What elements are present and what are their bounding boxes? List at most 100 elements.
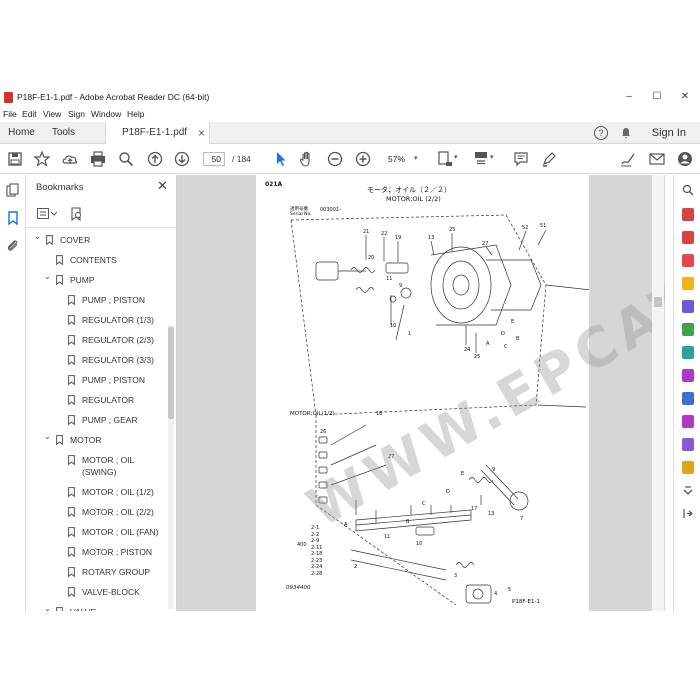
sign-in-button[interactable]: Sign In	[652, 127, 686, 139]
fill-sign-icon[interactable]	[682, 369, 694, 382]
bookmark-item[interactable]: ⌄ MOTOR	[26, 432, 166, 452]
maximize-button[interactable]: ☐	[649, 90, 665, 104]
bookmark-flag-icon	[68, 375, 75, 385]
email-icon[interactable]	[648, 150, 666, 168]
svg-text:13: 13	[428, 235, 434, 241]
cloud-upload-icon[interactable]	[61, 150, 79, 168]
menu-view[interactable]: View	[43, 109, 61, 119]
tab-tools[interactable]: Tools	[45, 122, 82, 144]
bookmark-item[interactable]: MOTOR ; OIL (2/2)	[26, 504, 166, 524]
page-down-icon[interactable]	[173, 150, 191, 168]
bookmark-flag-icon	[68, 455, 75, 465]
export-pdf-icon[interactable]	[682, 208, 694, 221]
tools-expand-icon[interactable]	[682, 507, 694, 520]
select-cursor-icon[interactable]	[271, 150, 289, 168]
organize-pages-icon[interactable]	[682, 323, 694, 336]
bookmarks-panel-icon[interactable]	[6, 211, 20, 226]
bookmark-options-icon[interactable]	[37, 208, 58, 220]
bookmark-item[interactable]: MOTOR ; OIL (FAN)	[26, 524, 166, 544]
print-icon[interactable]	[89, 150, 107, 168]
hand-tool-icon[interactable]	[298, 150, 316, 168]
svg-text:9: 9	[399, 283, 402, 289]
compress-pdf-icon[interactable]	[682, 346, 694, 359]
bookmark-item[interactable]: REGULATOR	[26, 392, 166, 412]
notification-bell-icon[interactable]	[620, 127, 632, 139]
close-window-button[interactable]: ✕	[677, 90, 693, 104]
highlight-pen-icon[interactable]	[540, 150, 558, 168]
sign-pen-icon[interactable]	[619, 150, 637, 168]
bookmark-item[interactable]: VALVE-BLOCK	[26, 584, 166, 604]
minimize-button[interactable]: –	[621, 90, 637, 104]
chevron-down-icon[interactable]: ⌄	[44, 272, 52, 281]
fit-page-icon[interactable]: ▾	[436, 150, 458, 168]
protect-icon[interactable]	[682, 392, 694, 405]
toolbar: 50 / 184 57% ▾ ▾ ▾	[0, 144, 700, 174]
bookmark-item[interactable]: REGULATOR (3/3)	[26, 352, 166, 372]
page-thumbnails-icon[interactable]	[6, 183, 20, 197]
bookmark-item[interactable]: ⌄ VALVE	[26, 604, 166, 611]
redact-icon[interactable]	[682, 438, 694, 451]
tools-search-icon[interactable]	[682, 184, 694, 197]
svg-text:27: 27	[482, 241, 488, 247]
scroll-mode-icon[interactable]: ▾	[472, 150, 494, 168]
bookmark-item[interactable]: REGULATOR (1/3)	[26, 312, 166, 332]
combine-files-icon[interactable]	[682, 300, 694, 313]
bookmark-item[interactable]: ⌄ PUMP	[26, 272, 166, 292]
save-icon[interactable]	[6, 150, 24, 168]
menu-help[interactable]: Help	[127, 109, 144, 119]
bookmark-label: MOTOR ; OIL (2/2)	[82, 507, 154, 517]
create-pdf-icon[interactable]	[682, 231, 694, 244]
svg-text:18: 18	[376, 411, 382, 417]
edit-pdf-icon[interactable]	[682, 254, 694, 267]
measure-icon[interactable]	[682, 461, 694, 474]
bookmark-item[interactable]: PUMP ; PISTON	[26, 292, 166, 312]
menu-edit[interactable]: Edit	[22, 109, 37, 119]
document-viewport[interactable]: 021A モータ；オイル（２／２） MOTOR;OIL (2/2) 適用号機 S…	[177, 175, 665, 611]
tab-home[interactable]: Home	[0, 122, 43, 144]
share-user-icon[interactable]	[676, 150, 694, 168]
bookmark-item[interactable]: MOTOR ; PISTON	[26, 544, 166, 564]
comment-tool-icon[interactable]	[682, 277, 694, 290]
bookmark-item[interactable]: REGULATOR (2/3)	[26, 332, 166, 352]
help-icon[interactable]: ?	[594, 126, 608, 140]
tab-close-button[interactable]: ×	[198, 122, 205, 144]
bookmark-item[interactable]: PUMP ; PISTON	[26, 372, 166, 392]
more-tools-icon[interactable]	[682, 484, 694, 497]
tab-document[interactable]: P18F-E1-1.pdf ×	[105, 122, 210, 145]
chevron-down-icon: ▾	[414, 155, 418, 162]
bookmark-label: MOTOR ; OIL (1/2)	[82, 487, 154, 497]
page-number-input[interactable]: 50	[203, 152, 225, 166]
bookmark-item[interactable]: MOTOR ; OIL (1/2)	[26, 484, 166, 504]
chevron-down-icon[interactable]: ⌄	[44, 604, 52, 611]
chevron-down-icon: ▾	[454, 154, 458, 161]
zoom-out-icon[interactable]	[326, 150, 344, 168]
bookmark-item[interactable]: PUMP ; GEAR	[26, 412, 166, 432]
bookmark-label: MOTOR ; PISTON	[82, 547, 153, 557]
zoom-in-icon[interactable]	[354, 150, 372, 168]
menu-sign[interactable]: Sign	[68, 109, 85, 119]
bookmark-flag-icon	[56, 255, 63, 265]
document-scrollbar[interactable]	[652, 175, 664, 611]
bookmark-item[interactable]: MOTOR ; OIL (SWING)	[26, 452, 166, 484]
comment-icon[interactable]	[512, 150, 530, 168]
bookmarks-scroll-thumb[interactable]	[168, 327, 174, 419]
bookmark-item[interactable]: CONTENTS	[26, 252, 166, 272]
close-bookmarks-button[interactable]: ✕	[157, 178, 168, 194]
svg-text:11: 11	[386, 276, 392, 282]
find-bookmark-icon[interactable]	[71, 207, 83, 222]
menu-window[interactable]: Window	[91, 109, 121, 119]
bookmark-item[interactable]: ROTARY GROUP	[26, 564, 166, 584]
document-scroll-thumb[interactable]	[654, 297, 662, 307]
chevron-down-icon[interactable]: ⌄	[34, 232, 42, 241]
page-up-icon[interactable]	[146, 150, 164, 168]
bookmark-item[interactable]: ⌄ COVER	[26, 232, 166, 252]
attachment-paperclip-icon[interactable]	[6, 239, 20, 253]
request-signature-icon[interactable]	[682, 415, 694, 428]
svg-text:4: 4	[494, 591, 497, 597]
bookmark-star-icon[interactable]	[33, 150, 51, 168]
search-icon[interactable]	[117, 150, 135, 168]
zoom-level-select[interactable]: 57% ▾	[380, 152, 422, 166]
bookmark-label: REGULATOR (1/3)	[82, 315, 154, 325]
menu-file[interactable]: File	[3, 109, 17, 119]
chevron-down-icon[interactable]: ⌄	[44, 432, 52, 441]
